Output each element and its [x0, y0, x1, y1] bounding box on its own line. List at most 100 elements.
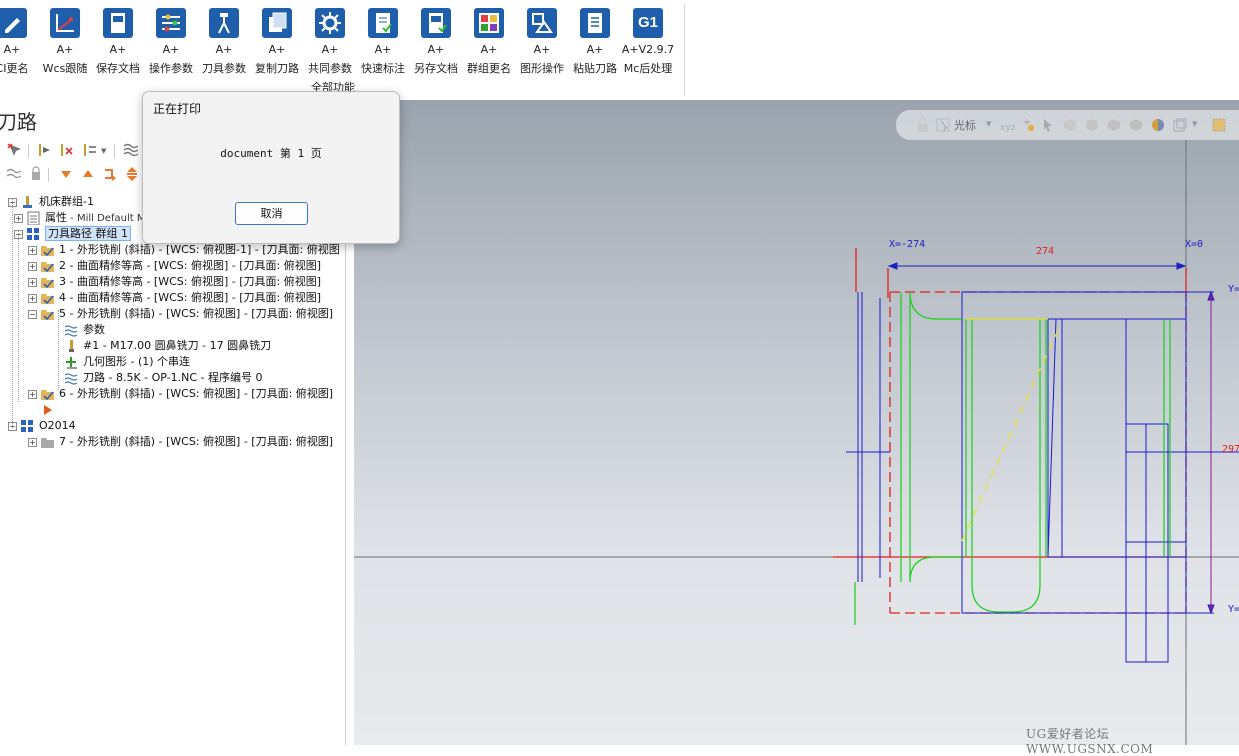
select-toolpath-icon[interactable]	[36, 142, 52, 158]
operation-folder-icon	[41, 390, 54, 401]
lock-icon[interactable]	[28, 166, 44, 182]
tree-item[interactable]: + 属性 - Mill Default MM	[14, 210, 154, 226]
dialog-message: document 第 1 页	[220, 147, 322, 160]
panel-title: 刀路	[0, 110, 37, 134]
tree-item-label: 2 - 曲面精修等高 - [WCS: 俯视图] - [刀具面: 俯视图]	[59, 259, 321, 272]
tree-item[interactable]: − 5 - 外形铣削 (斜插) - [WCS: 俯视图] - [刀具面: 俯视图]	[28, 306, 333, 322]
ribbon-divider	[684, 4, 685, 96]
graphics-viewport[interactable]: 光标 ▼ xyz ▼ X=-274 X=0 274 Y= 297 Y= UG爱好…	[354, 100, 1239, 756]
tree-item-label: 5 - 外形铣削 (斜插) - [WCS: 俯视图] - [刀具面: 俯视图]	[59, 307, 334, 320]
move-up-icon[interactable]	[80, 166, 96, 182]
tool-icon	[209, 8, 239, 38]
dim-y-top: Y=	[1228, 284, 1239, 295]
expand-icon[interactable]: +	[28, 277, 37, 287]
tree-item[interactable]: +2 - 曲面精修等高 - [WCS: 俯视图] - [刀具面: 俯视图]	[28, 258, 321, 274]
ribbon-badge: A+	[162, 43, 180, 56]
dim-height: 297	[1222, 444, 1239, 455]
toolpath-group-icon	[27, 228, 39, 240]
operation-folder-icon	[41, 278, 54, 289]
tree-item-label: 机床群组-1	[39, 195, 94, 208]
tree-item[interactable]: #1 - M17.00 圆鼻铣刀 - 17 圆鼻铣刀	[52, 338, 271, 354]
tree-item-label: 6 - 外形铣削 (斜插) - [WCS: 俯视图] - [刀具面: 俯视图]	[59, 387, 334, 400]
ribbon-badge: A+	[3, 43, 21, 56]
tree-item-label: #1 - M17.00 圆鼻铣刀 - 17 圆鼻铣刀	[83, 339, 272, 352]
tree-item[interactable]: +1 - 外形铣削 (斜插) - [WCS: 俯视图-1] - [刀具面: 俯视…	[28, 242, 340, 258]
toolpath-group-icon	[21, 420, 33, 432]
ribbon-badge: A+	[374, 43, 392, 56]
ribbon-label: Mc后处理	[623, 62, 673, 75]
expand-icon[interactable]: +	[28, 389, 37, 399]
tree-item[interactable]: − 机床群组-1	[8, 194, 94, 210]
simulate-icon[interactable]	[123, 142, 139, 158]
expand-icon[interactable]: +	[14, 213, 23, 223]
expand-icon[interactable]: +	[28, 245, 37, 255]
tree-item[interactable]: +3 - 曲面精修等高 - [WCS: 俯视图] - [刀具面: 俯视图]	[28, 274, 321, 290]
ribbon-badge: A+	[427, 43, 445, 56]
save-document-icon	[103, 8, 133, 38]
tree-connector	[18, 230, 19, 402]
toolpath-icon	[64, 373, 78, 385]
sliders-icon	[156, 8, 186, 38]
tool-icon	[69, 340, 74, 352]
tree-item[interactable]: 刀路 - 8.5K - OP-1.NC - 程序编号 0	[52, 370, 263, 386]
watermark-text: UG爱好者论坛 WWW.UGSNX.COM	[1026, 727, 1154, 756]
tree-item-label: 属性	[45, 211, 67, 224]
toggle-display-icon[interactable]	[6, 166, 22, 182]
cancel-button[interactable]: 取消	[235, 202, 308, 225]
delete-toolpath-icon[interactable]	[58, 142, 74, 158]
ribbon-badge: A+V2.9.7	[621, 43, 675, 56]
ribbon-badge: A+	[533, 43, 551, 56]
g1-text: G1	[637, 14, 658, 31]
tree-item-label: 几何图形 - (1) 个串连	[83, 355, 191, 368]
axes-icon	[50, 8, 80, 38]
expand-icon[interactable]: +	[28, 261, 37, 271]
ribbon-badge: A+	[586, 43, 604, 56]
operation-folder-icon	[41, 294, 54, 305]
operation-folder-icon	[41, 262, 54, 273]
geometry-icon	[66, 357, 77, 369]
insert-arrow-icon	[44, 405, 52, 415]
expand-collapse-icon[interactable]	[124, 166, 140, 182]
tree-item[interactable]: − O2014	[8, 418, 76, 434]
tree-connector	[12, 198, 13, 428]
blue-geometry	[846, 291, 1239, 663]
green-toolpath	[854, 291, 1171, 625]
ribbon-badge: A+	[109, 43, 127, 56]
red-boundary	[833, 248, 1187, 614]
machine-group-icon	[23, 196, 32, 208]
tree-item[interactable]: +6 - 外形铣削 (斜插) - [WCS: 俯视图] - [刀具面: 俯视图]	[28, 386, 333, 402]
expand-icon[interactable]: +	[28, 437, 37, 447]
tree-item[interactable]: +7 - 外形铣削 (斜插) - [WCS: 俯视图] - [刀具面: 俯视图]	[28, 434, 333, 450]
ribbon-badge: A+	[215, 43, 233, 56]
tree-item[interactable]: +4 - 曲面精修等高 - [WCS: 俯视图] - [刀具面: 俯视图]	[28, 290, 321, 306]
tree-item-label: O2014	[39, 419, 76, 432]
tree-item[interactable]: − 刀具路径 群组 1	[14, 226, 131, 242]
tree-item-label: 刀路 - 8.5K - OP-1.NC - 程序编号 0	[83, 371, 263, 384]
tree-item-label: 参数	[83, 323, 105, 336]
ribbon-badge: A+	[321, 43, 339, 56]
dim-y-bottom: Y=	[1228, 604, 1239, 615]
tree-item-label: 1 - 外形铣削 (斜插) - [WCS: 俯视图-1] - [刀具面: 俯视图	[59, 243, 340, 256]
tree-item[interactable]: 参数	[52, 322, 105, 338]
dialog-title: 正在打印	[153, 102, 202, 116]
tree-item[interactable]	[28, 402, 59, 418]
g1-icon: G1	[633, 8, 663, 38]
tree-item-label: 7 - 外形铣削 (斜插) - [WCS: 俯视图] - [刀具面: 俯视图]	[59, 435, 334, 448]
tree-item-label: 刀具路径 群组 1	[45, 226, 131, 241]
annotate-icon	[368, 8, 398, 38]
collapse-icon[interactable]: −	[28, 309, 37, 319]
select-all-icon[interactable]	[6, 142, 22, 158]
move-down-icon[interactable]	[58, 166, 74, 182]
ribbon-badge: A+	[268, 43, 286, 56]
operation-folder-icon	[41, 246, 54, 257]
insert-after-icon[interactable]	[102, 166, 118, 182]
shapes-icon	[527, 8, 557, 38]
tree-item-label: 3 - 曲面精修等高 - [WCS: 俯视图] - [刀具面: 俯视图]	[59, 275, 321, 288]
dim-x-left: X=-274	[889, 239, 925, 250]
regenerate-icon[interactable]	[82, 142, 98, 158]
copy-toolpath-icon	[262, 8, 292, 38]
expand-icon[interactable]: +	[28, 293, 37, 303]
tree-item[interactable]: 几何图形 - (1) 个串连	[52, 354, 190, 370]
operation-folder-icon	[41, 310, 54, 321]
paste-icon	[580, 8, 610, 38]
